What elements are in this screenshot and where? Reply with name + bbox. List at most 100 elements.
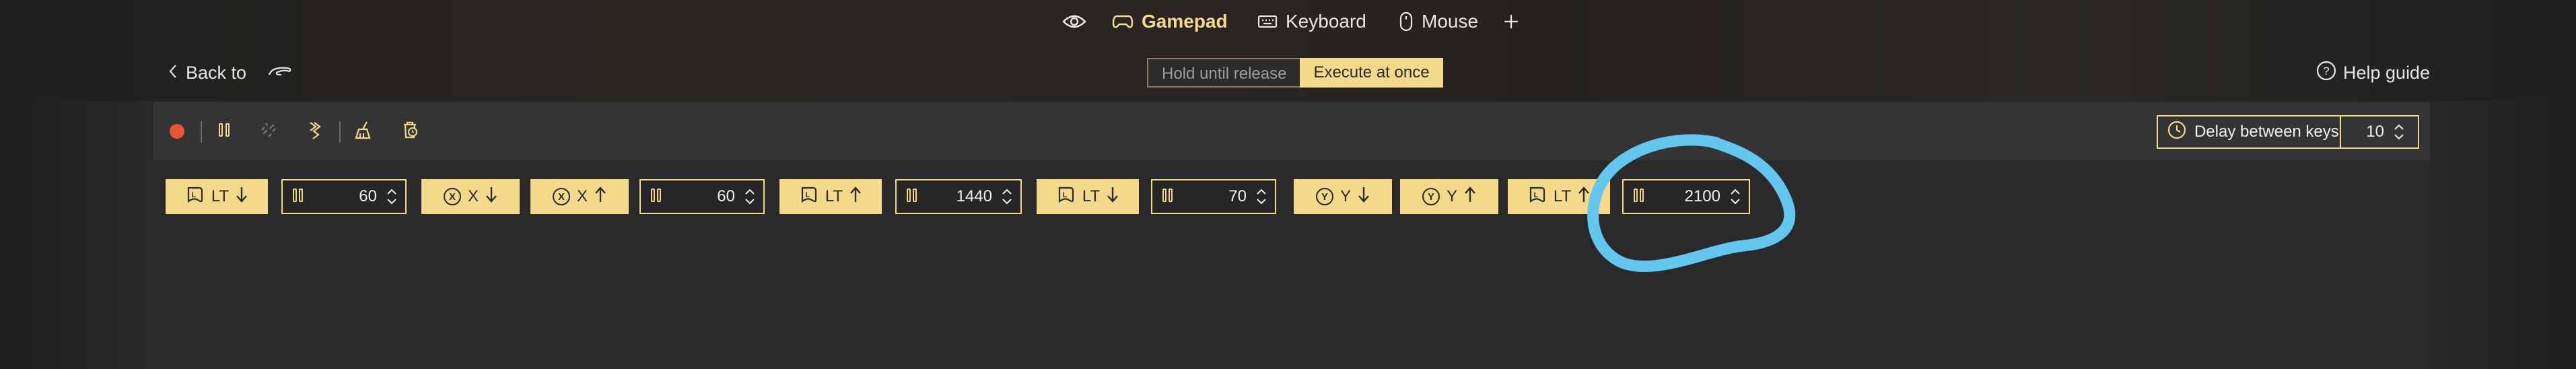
- key-label: LT: [825, 187, 843, 205]
- annotation-circle: [1587, 134, 1796, 273]
- arrow-down-icon: [236, 186, 248, 208]
- pause-icon: [650, 188, 662, 206]
- key-step-y-down[interactable]: YY: [1294, 179, 1392, 214]
- chevron-down-icon[interactable]: [1256, 198, 1267, 205]
- trigger-icon: L: [1528, 185, 1547, 209]
- combo-button[interactable]: [303, 119, 328, 144]
- mouse-icon: [1399, 11, 1414, 32]
- chevron-up-icon[interactable]: [2394, 124, 2404, 131]
- wait-spinner[interactable]: [742, 189, 758, 205]
- record-button[interactable]: [164, 119, 190, 144]
- wait-spinner[interactable]: [999, 189, 1015, 205]
- add-tab-button[interactable]: [1502, 7, 1520, 36]
- clock-icon: [2167, 121, 2186, 144]
- trigger-icon: L: [1057, 185, 1076, 209]
- chevron-down-icon[interactable]: [744, 198, 755, 205]
- eye-icon: [1062, 13, 1086, 30]
- tab-keyboard[interactable]: Keyboard: [1257, 7, 1366, 36]
- mode-execute-at-once[interactable]: Execute at once: [1300, 58, 1443, 88]
- delay-label: Delay between keys: [2194, 123, 2339, 141]
- key-label: Y: [1339, 187, 1351, 205]
- x-button-icon: X: [552, 188, 570, 205]
- help-guide-button[interactable]: ? Help guide: [2316, 58, 2430, 88]
- back-label: Back to: [186, 62, 247, 83]
- chevron-down-icon[interactable]: [386, 198, 397, 205]
- key-label: X: [467, 187, 479, 205]
- key-step-x-up[interactable]: XX: [530, 179, 629, 214]
- key-step-lt-down[interactable]: L LT: [1037, 179, 1139, 214]
- chevron-up-icon[interactable]: [1256, 189, 1267, 195]
- tab-mouse-label: Mouse: [1422, 11, 1479, 32]
- key-label: LT: [211, 187, 230, 205]
- wait-step[interactable]: 1440: [895, 179, 1022, 214]
- chevron-up-icon[interactable]: [744, 189, 755, 195]
- key-label: LT: [1553, 187, 1572, 205]
- pause-icon: [1162, 188, 1174, 206]
- pause-icon: [217, 122, 231, 141]
- wait-duration-input[interactable]: 70: [1174, 187, 1253, 206]
- tab-keyboard-label: Keyboard: [1286, 11, 1366, 32]
- toolbar-divider: [339, 121, 341, 143]
- plus-icon: [1502, 13, 1520, 30]
- key-label: LT: [1082, 187, 1101, 205]
- svg-text:L: L: [1063, 191, 1068, 199]
- arrow-up-icon: [849, 186, 862, 208]
- y-button-icon: Y: [1315, 188, 1333, 205]
- arrow-up-icon: [594, 186, 606, 208]
- tab-gamepad[interactable]: Gamepad: [1112, 7, 1228, 36]
- key-label: Y: [1446, 187, 1457, 205]
- trash-icon: [400, 120, 420, 143]
- wait-duration-input[interactable]: 60: [662, 187, 742, 206]
- y-button-icon: Y: [1422, 188, 1440, 205]
- wait-duration-input[interactable]: 1440: [918, 187, 999, 206]
- arrow-down-icon: [485, 186, 497, 208]
- wait-spinner[interactable]: [1253, 189, 1269, 205]
- key-step-lt-down[interactable]: L LT: [166, 179, 268, 214]
- back-button[interactable]: Back to: [168, 58, 293, 88]
- chevron-down-icon[interactable]: [1002, 198, 1012, 205]
- chevron-up-icon[interactable]: [1002, 189, 1012, 195]
- key-label: X: [576, 187, 588, 205]
- arrow-down-icon: [1358, 186, 1370, 208]
- svg-text:L: L: [806, 191, 810, 199]
- arrow-up-icon: [1464, 186, 1476, 208]
- toolbar-divider: [201, 121, 202, 143]
- gamepad-icon: [1112, 13, 1134, 30]
- arrow-down-icon: [1107, 186, 1119, 208]
- unlink-button[interactable]: [256, 119, 281, 144]
- tab-gamepad-label: Gamepad: [1142, 11, 1228, 32]
- unlink-icon: [259, 121, 278, 143]
- help-label: Help guide: [2343, 62, 2431, 83]
- key-step-x-down[interactable]: XX: [421, 179, 520, 214]
- chevron-up-icon[interactable]: [386, 189, 397, 195]
- wait-step[interactable]: 70: [1151, 179, 1276, 214]
- wait-step[interactable]: 60: [281, 179, 407, 214]
- chevron-left-icon: [168, 63, 178, 83]
- combo-icon: [306, 120, 325, 143]
- x-button-icon: X: [443, 188, 461, 205]
- wait-spinner[interactable]: [384, 189, 400, 205]
- game-logo-icon: [267, 63, 293, 83]
- execution-mode-toggle: Hold until release Execute at once: [1147, 58, 1443, 88]
- macro-toolbar: [153, 102, 2430, 160]
- preview-eye-button[interactable]: [1062, 7, 1086, 36]
- svg-text:L: L: [192, 191, 197, 199]
- clear-button[interactable]: [350, 119, 376, 144]
- wait-duration-input[interactable]: 60: [304, 187, 384, 206]
- chevron-down-icon[interactable]: [2394, 133, 2404, 140]
- trigger-icon: L: [800, 185, 819, 209]
- delete-button[interactable]: [397, 119, 423, 144]
- insert-pause-button[interactable]: [211, 119, 237, 144]
- delay-spinner[interactable]: [2391, 124, 2407, 140]
- broom-icon: [353, 120, 372, 143]
- wait-step[interactable]: 60: [639, 179, 765, 214]
- key-step-y-up[interactable]: YY: [1400, 179, 1498, 214]
- key-step-lt-up[interactable]: L LT: [779, 179, 882, 214]
- mode-hold-until-release[interactable]: Hold until release: [1147, 58, 1300, 88]
- tab-mouse[interactable]: Mouse: [1399, 7, 1478, 36]
- delay-value-input[interactable]: 10: [2341, 123, 2391, 141]
- svg-text:L: L: [1534, 191, 1539, 199]
- pause-icon: [292, 188, 304, 206]
- trigger-icon: L: [186, 185, 205, 209]
- pause-icon: [906, 188, 918, 206]
